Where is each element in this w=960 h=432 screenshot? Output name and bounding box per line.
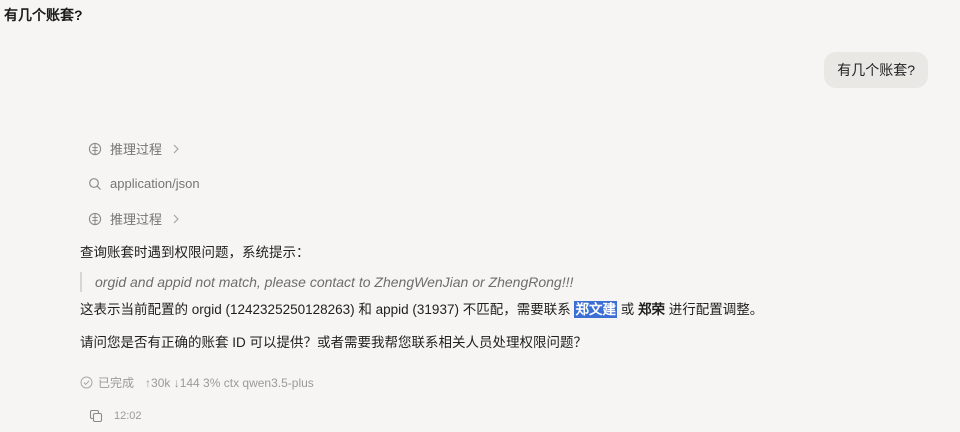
message-footer: 12:02 [89, 409, 142, 423]
page-title: 有几个账套? [4, 7, 83, 23]
reasoning-step-toggle[interactable]: 推理过程 [88, 139, 180, 158]
brain-icon [88, 142, 102, 156]
response-text: 查询账套时遇到权限问题，系统提示： [80, 245, 310, 260]
message-meta: 已完成 ↑30k ↓144 3% ctx qwen3.5-plus [80, 374, 314, 391]
check-circle-icon [80, 376, 93, 389]
reasoning-step-label: 推理过程 [110, 142, 163, 157]
copy-icon[interactable] [89, 409, 103, 423]
error-quote: orgid and appid not match, please contac… [80, 272, 573, 292]
reasoning-step-label: 推理过程 [110, 212, 163, 227]
search-icon [88, 177, 102, 191]
tool-call-step[interactable]: application/json [88, 176, 200, 191]
reasoning-step-toggle[interactable]: 推理过程 [88, 209, 180, 228]
tool-call-label: application/json [110, 176, 200, 191]
contact-name-highlighted: 郑文建 [574, 301, 617, 318]
status-text: 已完成 [98, 376, 135, 390]
response-text-segment: 或 [616, 302, 638, 317]
response-text-segment: 这表示当前配置的 orgid (1242325250128263) 和 appi… [80, 302, 575, 317]
contact-name: 郑荣 [637, 302, 665, 317]
brain-icon [88, 212, 102, 226]
timestamp: 12:02 [114, 410, 142, 422]
chevron-right-icon [172, 214, 180, 224]
response-text-segment: 进行配置调整。 [664, 302, 764, 317]
user-message-bubble: 有几个账套? [824, 52, 928, 88]
response-text: 请问您是否有正确的账套 ID 可以提供？或者需要我帮您联系相关人员处理权限问题？ [80, 335, 588, 350]
chevron-right-icon [172, 144, 180, 154]
token-usage: ↑30k ↓144 3% ctx qwen3.5-plus [145, 375, 314, 390]
response-text: 这表示当前配置的 orgid (1242325250128263) 和 appi… [80, 298, 763, 318]
